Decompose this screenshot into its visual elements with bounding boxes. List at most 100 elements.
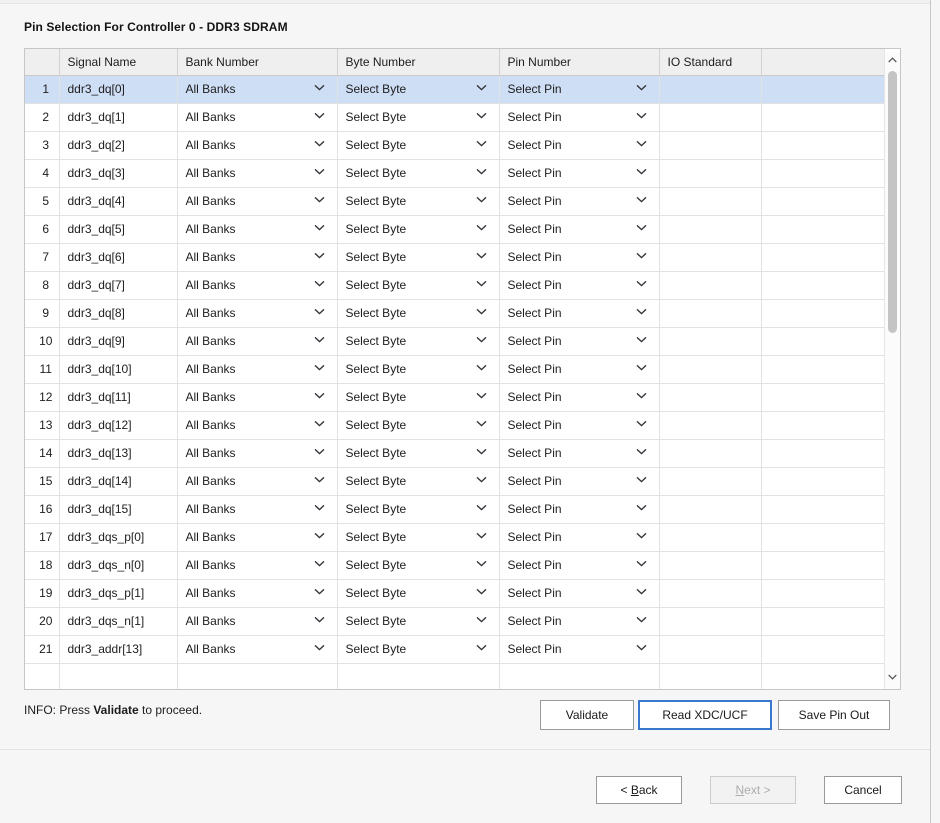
chevron-down-icon[interactable] — [636, 476, 647, 487]
row-index-cell[interactable]: 10 — [25, 327, 60, 356]
table-row[interactable] — [25, 663, 886, 689]
io-standard-cell[interactable] — [659, 103, 762, 132]
bank-number-dropdown[interactable]: All Banks — [177, 607, 338, 636]
row-index-cell[interactable]: 5 — [25, 187, 60, 216]
bank-number-dropdown[interactable]: All Banks — [177, 635, 338, 664]
bank-number-dropdown[interactable]: All Banks — [177, 299, 338, 328]
io-standard-cell[interactable] — [659, 271, 762, 300]
signal-name-cell[interactable] — [59, 663, 178, 689]
byte-number-dropdown[interactable]: Select Byte — [337, 467, 500, 496]
save-pin-out-button[interactable]: Save Pin Out — [778, 700, 890, 730]
table-row[interactable]: 17 ddr3_dqs_p[0] All Banks Select Byte Selec… — [25, 523, 886, 552]
signal-name-cell[interactable]: ddr3_dq[15] — [59, 495, 178, 524]
chevron-down-icon[interactable] — [636, 644, 647, 655]
chevron-down-icon[interactable] — [636, 308, 647, 319]
row-blank-cell[interactable] — [761, 467, 886, 496]
bank-number-dropdown[interactable]: All Banks — [177, 523, 338, 552]
io-standard-cell[interactable] — [659, 495, 762, 524]
byte-number-dropdown[interactable]: Select Byte — [337, 383, 500, 412]
row-index-cell[interactable]: 20 — [25, 607, 60, 636]
chevron-down-icon[interactable] — [636, 112, 647, 123]
io-standard-cell[interactable] — [659, 467, 762, 496]
chevron-down-icon[interactable] — [636, 392, 647, 403]
row-index-cell[interactable]: 17 — [25, 523, 60, 552]
io-standard-cell[interactable] — [659, 75, 762, 104]
chevron-down-icon[interactable] — [636, 448, 647, 459]
pin-number-dropdown[interactable]: Select Pin — [499, 579, 660, 608]
row-index-cell[interactable] — [25, 663, 60, 689]
chevron-down-icon[interactable] — [314, 308, 325, 319]
chevron-down-icon[interactable] — [314, 476, 325, 487]
pin-number-dropdown[interactable]: Select Pin — [499, 355, 660, 384]
io-standard-cell[interactable] — [659, 607, 762, 636]
byte-number-dropdown[interactable]: Select Byte — [337, 271, 500, 300]
row-blank-cell[interactable] — [761, 635, 886, 664]
chevron-down-icon[interactable] — [314, 560, 325, 571]
byte-number-dropdown[interactable]: Select Byte — [337, 495, 500, 524]
bank-number-dropdown[interactable]: All Banks — [177, 467, 338, 496]
io-standard-cell[interactable] — [659, 523, 762, 552]
chevron-down-icon[interactable] — [314, 504, 325, 515]
signal-name-cell[interactable]: ddr3_dq[0] — [59, 75, 178, 104]
signal-name-cell[interactable]: ddr3_dq[12] — [59, 411, 178, 440]
pin-number-dropdown[interactable]: Select Pin — [499, 439, 660, 468]
row-index-cell[interactable]: 15 — [25, 467, 60, 496]
table-row[interactable]: 12 ddr3_dq[11] All Banks Select Byte Select … — [25, 383, 886, 412]
pin-number-dropdown[interactable]: Select Pin — [499, 299, 660, 328]
byte-number-dropdown[interactable] — [337, 663, 500, 689]
signal-name-cell[interactable]: ddr3_dq[5] — [59, 215, 178, 244]
io-standard-cell[interactable] — [659, 579, 762, 608]
signal-name-cell[interactable]: ddr3_dqs_p[1] — [59, 579, 178, 608]
pin-number-dropdown[interactable]: Select Pin — [499, 523, 660, 552]
chevron-down-icon[interactable] — [476, 224, 487, 235]
row-blank-cell[interactable] — [761, 243, 886, 272]
byte-number-dropdown[interactable]: Select Byte — [337, 635, 500, 664]
chevron-down-icon[interactable] — [476, 504, 487, 515]
row-blank-cell[interactable] — [761, 131, 886, 160]
row-index-cell[interactable]: 1 — [25, 75, 60, 104]
pin-number-dropdown[interactable]: Select Pin — [499, 75, 660, 104]
table-row[interactable]: 1 ddr3_dq[0] All Banks Select Byte Select Pi… — [25, 75, 886, 104]
row-index-cell[interactable]: 8 — [25, 271, 60, 300]
chevron-down-icon[interactable] — [476, 140, 487, 151]
byte-number-dropdown[interactable]: Select Byte — [337, 607, 500, 636]
chevron-down-icon[interactable] — [476, 616, 487, 627]
byte-number-dropdown[interactable]: Select Byte — [337, 439, 500, 468]
chevron-down-icon[interactable] — [314, 280, 325, 291]
io-standard-cell[interactable] — [659, 131, 762, 160]
byte-number-dropdown[interactable]: Select Byte — [337, 103, 500, 132]
signal-name-cell[interactable]: ddr3_dqs_n[0] — [59, 551, 178, 580]
bank-number-dropdown[interactable]: All Banks — [177, 215, 338, 244]
signal-name-cell[interactable]: ddr3_dq[1] — [59, 103, 178, 132]
bank-number-dropdown[interactable]: All Banks — [177, 355, 338, 384]
chevron-down-icon[interactable] — [314, 588, 325, 599]
validate-button[interactable]: Validate — [540, 700, 634, 730]
row-blank-cell[interactable] — [761, 355, 886, 384]
row-blank-cell[interactable] — [761, 103, 886, 132]
chevron-down-icon[interactable] — [476, 112, 487, 123]
row-blank-cell[interactable] — [761, 663, 886, 689]
chevron-down-icon[interactable] — [314, 84, 325, 95]
chevron-down-icon[interactable] — [476, 392, 487, 403]
signal-name-cell[interactable]: ddr3_dq[7] — [59, 271, 178, 300]
chevron-down-icon[interactable] — [636, 504, 647, 515]
bank-number-dropdown[interactable]: All Banks — [177, 327, 338, 356]
row-index-cell[interactable]: 21 — [25, 635, 60, 664]
io-standard-cell[interactable] — [659, 299, 762, 328]
row-index-cell[interactable]: 19 — [25, 579, 60, 608]
table-row[interactable]: 10 ddr3_dq[9] All Banks Select Byte Select P… — [25, 327, 886, 356]
row-blank-cell[interactable] — [761, 187, 886, 216]
byte-number-dropdown[interactable]: Select Byte — [337, 327, 500, 356]
table-row[interactable]: 7 ddr3_dq[6] All Banks Select Byte Select Pi… — [25, 243, 886, 272]
io-standard-cell[interactable] — [659, 439, 762, 468]
row-blank-cell[interactable] — [761, 159, 886, 188]
chevron-down-icon[interactable] — [314, 448, 325, 459]
chevron-down-icon[interactable] — [636, 588, 647, 599]
table-row[interactable]: 18 ddr3_dqs_n[0] All Banks Select Byte Selec… — [25, 551, 886, 580]
signal-name-cell[interactable]: ddr3_dqs_p[0] — [59, 523, 178, 552]
pin-number-dropdown[interactable]: Select Pin — [499, 635, 660, 664]
chevron-down-icon[interactable] — [476, 280, 487, 291]
io-standard-cell[interactable] — [659, 635, 762, 664]
signal-name-cell[interactable]: ddr3_dq[4] — [59, 187, 178, 216]
chevron-down-icon[interactable] — [314, 616, 325, 627]
